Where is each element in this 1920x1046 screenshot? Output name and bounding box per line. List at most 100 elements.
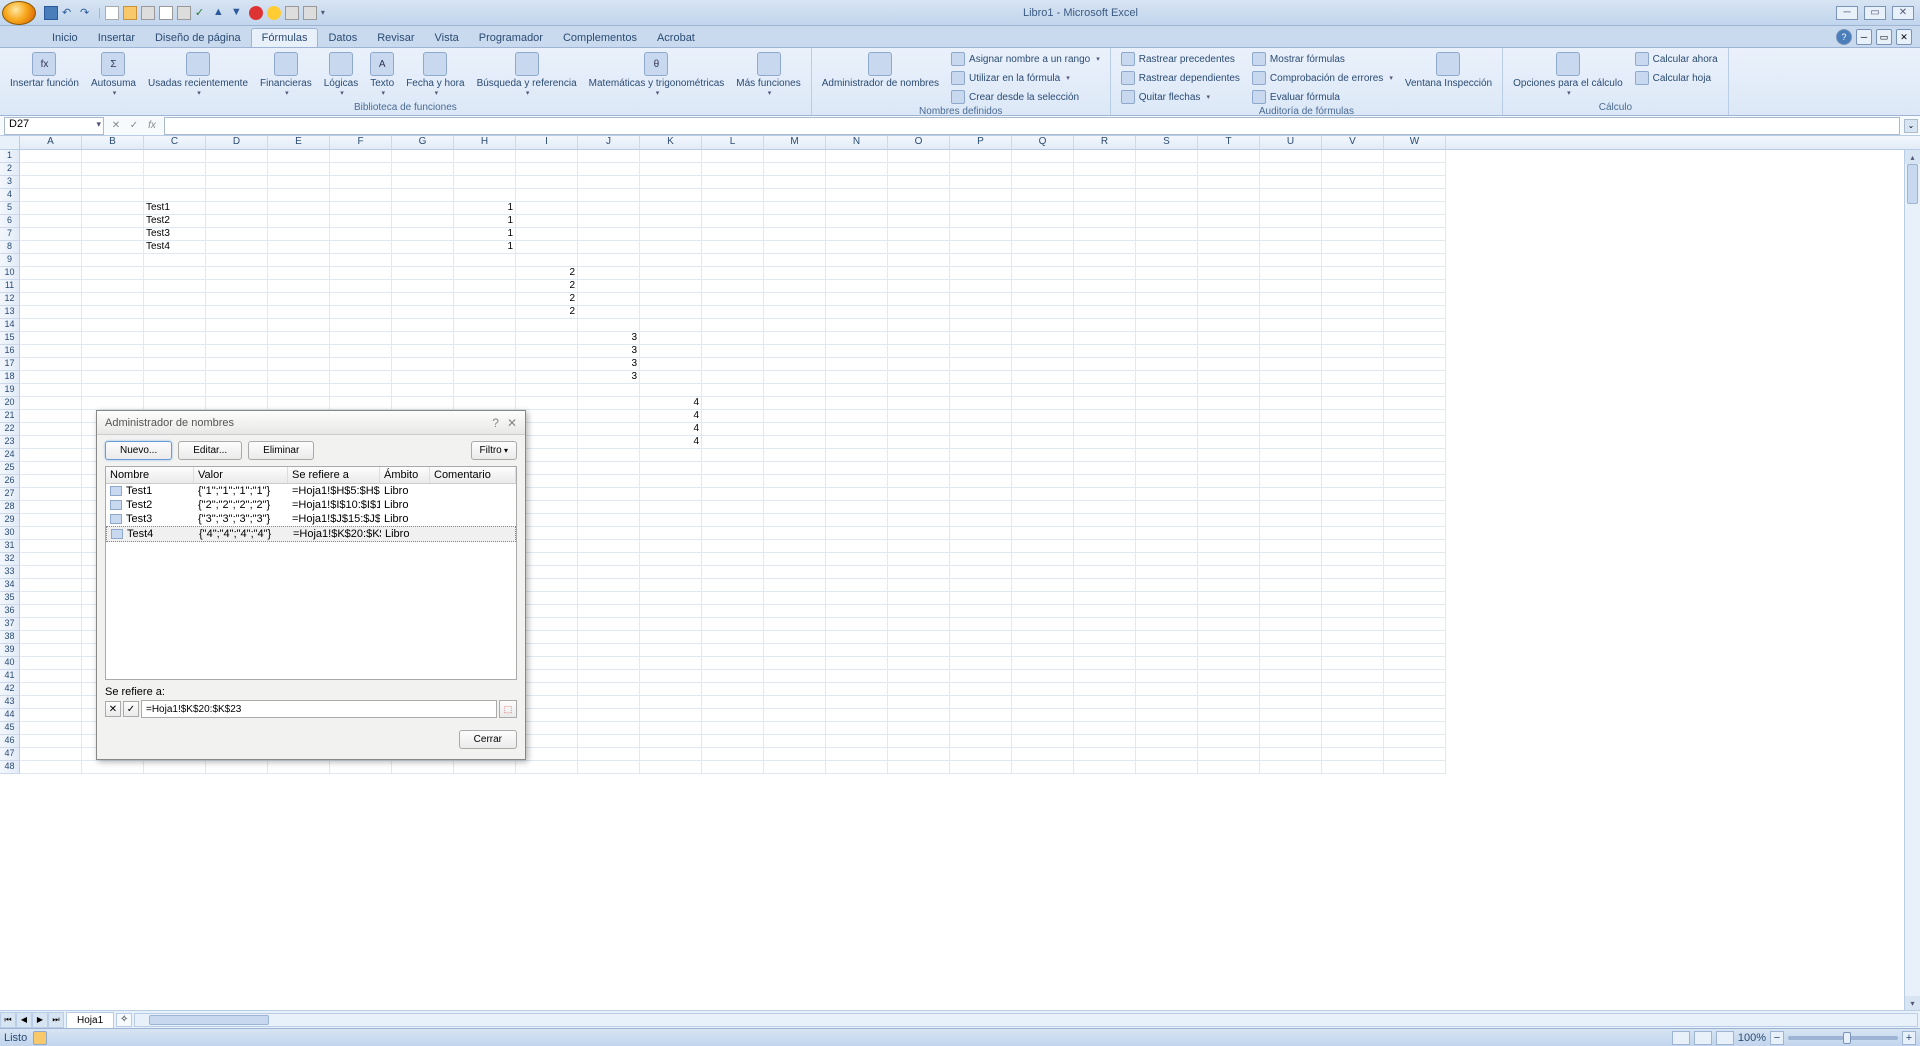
tab-insertar[interactable]: Insertar bbox=[88, 29, 145, 47]
cell[interactable] bbox=[1012, 332, 1074, 345]
cell[interactable] bbox=[888, 163, 950, 176]
cell[interactable] bbox=[1384, 371, 1446, 384]
cell[interactable] bbox=[20, 215, 82, 228]
cell[interactable] bbox=[702, 150, 764, 163]
col-header[interactable]: V bbox=[1322, 136, 1384, 149]
cell[interactable] bbox=[1322, 709, 1384, 722]
cell[interactable] bbox=[1384, 670, 1446, 683]
cell[interactable] bbox=[702, 670, 764, 683]
cell[interactable] bbox=[206, 306, 268, 319]
cell[interactable] bbox=[1198, 449, 1260, 462]
math-trig-button[interactable]: θMatemáticas y trigonométricas▾ bbox=[585, 50, 729, 99]
cell[interactable] bbox=[1384, 176, 1446, 189]
cell[interactable] bbox=[392, 163, 454, 176]
cell[interactable] bbox=[20, 254, 82, 267]
cell[interactable] bbox=[1198, 397, 1260, 410]
cell[interactable] bbox=[764, 345, 826, 358]
col-header[interactable]: M bbox=[764, 136, 826, 149]
cell[interactable] bbox=[454, 293, 516, 306]
cell[interactable] bbox=[950, 592, 1012, 605]
cell[interactable] bbox=[1136, 449, 1198, 462]
cell[interactable] bbox=[1260, 566, 1322, 579]
watch-window-button[interactable]: Ventana Inspección bbox=[1401, 50, 1496, 91]
cell[interactable] bbox=[454, 371, 516, 384]
row-header[interactable]: 30 bbox=[0, 527, 20, 540]
cell[interactable] bbox=[454, 345, 516, 358]
row-header[interactable]: 20 bbox=[0, 397, 20, 410]
cell[interactable] bbox=[888, 501, 950, 514]
cell[interactable] bbox=[950, 436, 1012, 449]
refersto-input[interactable] bbox=[141, 700, 497, 718]
cell[interactable] bbox=[516, 397, 578, 410]
new-name-button[interactable]: Nuevo... bbox=[105, 441, 172, 460]
cell[interactable] bbox=[1136, 540, 1198, 553]
cell[interactable] bbox=[826, 254, 888, 267]
cell[interactable] bbox=[206, 345, 268, 358]
cell[interactable] bbox=[1012, 423, 1074, 436]
row-header[interactable]: 36 bbox=[0, 605, 20, 618]
name-list-row[interactable]: Test4{"4";"4";"4";"4"}=Hoja1!$K$20:$K$23… bbox=[106, 526, 516, 542]
cell[interactable] bbox=[826, 319, 888, 332]
zoom-slider[interactable] bbox=[1788, 1036, 1898, 1040]
cell[interactable] bbox=[1384, 605, 1446, 618]
undo-icon[interactable]: ↶ bbox=[62, 6, 76, 20]
cell[interactable] bbox=[950, 605, 1012, 618]
cell[interactable] bbox=[702, 319, 764, 332]
cell[interactable] bbox=[950, 189, 1012, 202]
cell[interactable] bbox=[1260, 514, 1322, 527]
lookup-button[interactable]: Búsqueda y referencia▾ bbox=[473, 50, 581, 99]
cell[interactable] bbox=[1136, 657, 1198, 670]
row-header[interactable]: 45 bbox=[0, 722, 20, 735]
row-header[interactable]: 13 bbox=[0, 306, 20, 319]
cell[interactable] bbox=[1384, 358, 1446, 371]
cell[interactable] bbox=[1198, 293, 1260, 306]
tab-diseno[interactable]: Diseño de página bbox=[145, 29, 251, 47]
cell[interactable] bbox=[82, 150, 144, 163]
row-header[interactable]: 27 bbox=[0, 488, 20, 501]
print-icon[interactable] bbox=[177, 6, 191, 20]
cell[interactable] bbox=[1136, 683, 1198, 696]
show-formulas-button[interactable]: Mostrar fórmulas bbox=[1248, 50, 1397, 68]
zoom-thumb[interactable] bbox=[1843, 1032, 1851, 1044]
cell[interactable]: 4 bbox=[640, 397, 702, 410]
cell[interactable] bbox=[888, 319, 950, 332]
fx-icon[interactable]: fx bbox=[144, 118, 160, 134]
cell[interactable] bbox=[1198, 566, 1260, 579]
cell[interactable] bbox=[1074, 462, 1136, 475]
cell[interactable] bbox=[1074, 358, 1136, 371]
close-button[interactable]: ✕ bbox=[1892, 6, 1914, 20]
cell[interactable] bbox=[268, 189, 330, 202]
doc-close-button[interactable]: ✕ bbox=[1896, 29, 1912, 45]
cell[interactable] bbox=[950, 488, 1012, 501]
cell[interactable] bbox=[1322, 553, 1384, 566]
cell[interactable] bbox=[330, 319, 392, 332]
cell[interactable] bbox=[1012, 267, 1074, 280]
cell[interactable] bbox=[950, 514, 1012, 527]
cell[interactable] bbox=[1136, 163, 1198, 176]
cell[interactable] bbox=[950, 150, 1012, 163]
sheet-nav-first-icon[interactable]: ⏮ bbox=[0, 1012, 16, 1028]
cell[interactable] bbox=[330, 267, 392, 280]
cell[interactable] bbox=[950, 384, 1012, 397]
cell[interactable] bbox=[950, 202, 1012, 215]
cell[interactable] bbox=[82, 319, 144, 332]
cell[interactable] bbox=[268, 254, 330, 267]
cell[interactable] bbox=[888, 722, 950, 735]
cell[interactable] bbox=[1136, 189, 1198, 202]
tab-formulas[interactable]: Fórmulas bbox=[251, 28, 319, 47]
cell[interactable] bbox=[268, 319, 330, 332]
cell[interactable] bbox=[702, 254, 764, 267]
cell[interactable] bbox=[1322, 631, 1384, 644]
cell[interactable] bbox=[1136, 514, 1198, 527]
cell[interactable] bbox=[888, 293, 950, 306]
cell[interactable] bbox=[82, 176, 144, 189]
cell[interactable] bbox=[144, 761, 206, 774]
cell[interactable] bbox=[1198, 722, 1260, 735]
cell[interactable] bbox=[640, 748, 702, 761]
cell[interactable] bbox=[1012, 579, 1074, 592]
cell[interactable] bbox=[330, 202, 392, 215]
cell[interactable] bbox=[888, 189, 950, 202]
cell[interactable] bbox=[1136, 345, 1198, 358]
cell[interactable] bbox=[702, 176, 764, 189]
cell[interactable] bbox=[1260, 501, 1322, 514]
